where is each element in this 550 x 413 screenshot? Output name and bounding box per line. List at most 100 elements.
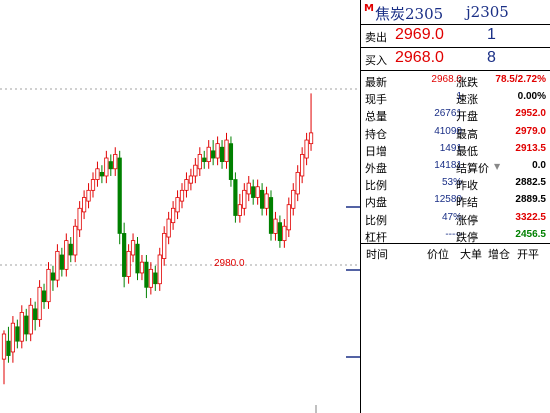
quote-title-row: M 焦炭2305 j2305 — [361, 0, 550, 24]
candle-body — [300, 154, 305, 177]
candle-body — [153, 272, 158, 285]
candle-body — [291, 189, 296, 209]
candle-body — [68, 243, 73, 256]
tick-header-open-close: 开平 — [517, 248, 539, 261]
tick-header-big-order: 大单 — [460, 248, 482, 261]
candle-body — [90, 179, 96, 191]
detail-value-2: 2882.5 — [515, 177, 546, 189]
candle-body — [202, 157, 207, 163]
candle-body — [139, 261, 145, 274]
candle-body — [19, 312, 24, 342]
candle-body — [15, 326, 20, 342]
candle-body — [148, 268, 153, 288]
candle-body — [175, 197, 180, 213]
candle-body — [24, 315, 29, 335]
candle-body — [255, 186, 260, 198]
candle-body — [295, 171, 300, 195]
candle-body — [6, 340, 11, 356]
candle-body — [259, 189, 265, 209]
contract-code: j2305 — [466, 3, 509, 21]
candle-body — [166, 218, 171, 238]
candle-body — [77, 207, 82, 231]
candle-body — [50, 272, 56, 281]
ask-price: 2969.0 — [395, 26, 444, 43]
detail-value-2: 2979.0 — [515, 125, 546, 137]
detail-value-2: 3322.5 — [515, 211, 546, 223]
candle-body — [268, 197, 274, 234]
candle-body — [237, 204, 242, 216]
candle-body — [41, 290, 47, 303]
candle-body — [211, 150, 216, 159]
candle-body — [104, 157, 109, 177]
candle-body — [162, 233, 167, 259]
candle-body — [228, 143, 234, 180]
candle-body — [108, 161, 113, 170]
candle-body — [33, 308, 38, 321]
tick-header-time: 时间 — [366, 248, 388, 261]
candle-body — [122, 233, 127, 277]
candle-body — [251, 186, 256, 198]
candle-body — [264, 193, 269, 209]
detail-value-2: 2889.5 — [515, 194, 546, 206]
candle-body — [117, 157, 122, 234]
candlestick-chart[interactable]: 2980.0 — [0, 0, 360, 413]
candle-body — [188, 175, 193, 184]
candle-body — [95, 168, 100, 180]
bid-price: 2968.0 — [395, 49, 444, 66]
candle-body — [273, 218, 278, 234]
candle-body — [193, 164, 198, 177]
bid-volume: 8 — [487, 49, 496, 66]
candle-body — [1, 333, 7, 360]
ask-volume: 1 — [487, 26, 496, 43]
candle-body — [308, 132, 314, 145]
detail-value-2: 0.00% — [517, 91, 546, 103]
candle-body — [37, 286, 42, 321]
candle-body — [179, 189, 185, 202]
divider — [361, 243, 550, 244]
candle-body — [86, 189, 91, 202]
candle-body — [99, 171, 104, 177]
candle-body — [184, 179, 189, 191]
contract-name: 焦炭2305 — [375, 5, 444, 23]
candle-body — [215, 143, 220, 159]
tick-header-oi-change: 增仓 — [488, 248, 510, 261]
candle-body — [197, 154, 202, 170]
candle-body — [282, 225, 287, 242]
candle-body — [113, 154, 118, 170]
high-price-label: 2980.0 — [214, 258, 245, 269]
bid-row[interactable]: 买入 2968.0 8 — [361, 48, 550, 70]
candle-body — [130, 240, 136, 256]
detail-value-2: 2913.5 — [515, 142, 546, 154]
quote-panel: M 焦炭2305 j2305 卖出 2969.0 1 买入 2968.0 8 最… — [361, 0, 550, 413]
candle-body — [135, 243, 140, 274]
candle-body — [82, 197, 87, 213]
candle-body — [206, 146, 211, 163]
candle-body — [28, 304, 33, 335]
candle-body — [126, 250, 131, 277]
candle-body — [233, 179, 238, 216]
candle-body — [224, 139, 229, 163]
candle-body — [55, 250, 60, 281]
detail-value-2: 2456.5 — [515, 228, 546, 240]
candle-body — [73, 225, 78, 256]
candle-body — [170, 207, 176, 224]
detail-value-2: 0.0 — [532, 160, 546, 171]
candle-body — [59, 254, 64, 270]
candle-body — [64, 240, 69, 270]
candle-body — [157, 254, 162, 285]
chevron-down-icon[interactable]: ▼ — [494, 162, 500, 171]
tick-header-price: 价位 — [427, 248, 449, 261]
candle-body — [144, 261, 149, 288]
ask-label: 卖出 — [365, 31, 387, 44]
bid-label: 买入 — [365, 54, 387, 67]
candle-body — [304, 139, 309, 159]
candle-body — [286, 204, 291, 231]
candle-body — [10, 322, 15, 353]
ask-row[interactable]: 卖出 2969.0 1 — [361, 25, 550, 47]
detail-value-2: 78.5/2.72% — [495, 74, 546, 85]
candle-body — [242, 189, 247, 209]
candle-body — [246, 182, 251, 195]
candle-body — [219, 146, 225, 163]
candle-body — [277, 222, 283, 242]
candle-body — [46, 268, 51, 303]
